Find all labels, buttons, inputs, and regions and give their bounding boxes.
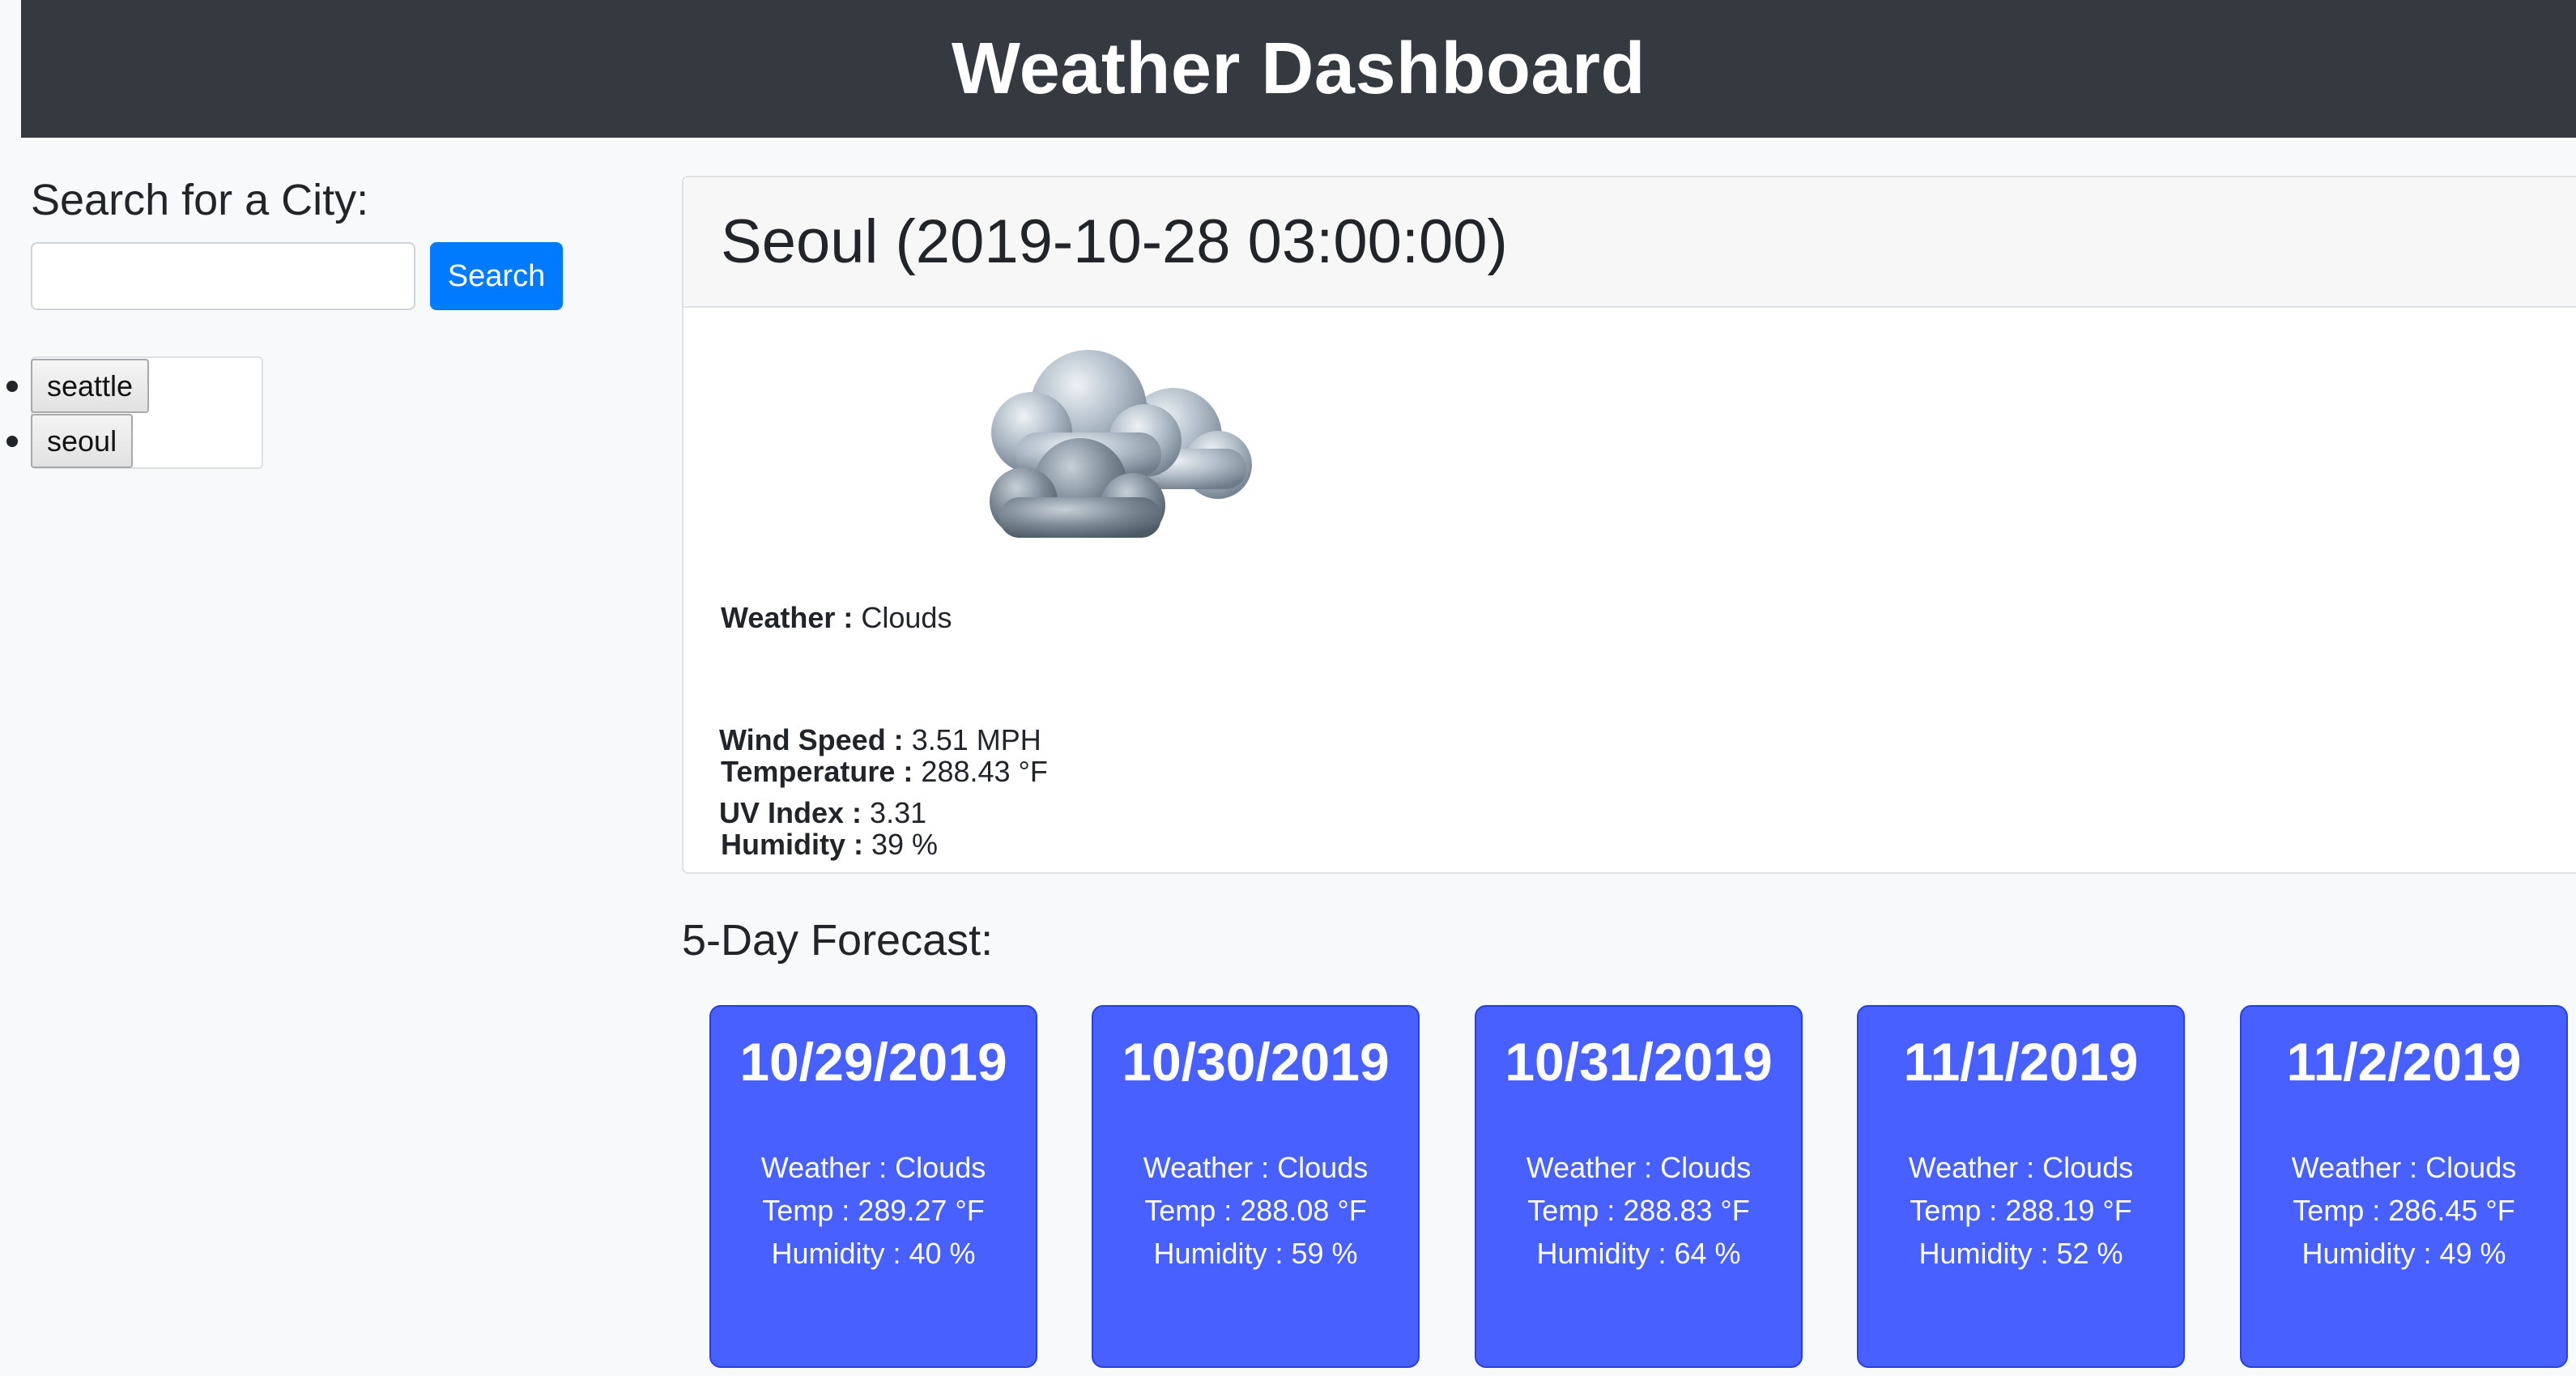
forecast-date: 10/29/2019 — [739, 1032, 1007, 1092]
history-city-button[interactable]: seoul — [31, 414, 134, 468]
forecast-temp: Temp : 288.83 °F — [1527, 1194, 1750, 1227]
forecast-card: 10/31/2019 Weather : Clouds Temp : 288.8… — [1475, 1005, 1803, 1368]
humidity-value: 39 % — [871, 828, 939, 861]
forecast-temp: Temp : 289.27 °F — [762, 1194, 985, 1227]
wind-value: 3.51 MPH — [911, 723, 1041, 756]
forecast-card: 10/30/2019 Weather : Clouds Temp : 288.0… — [1092, 1005, 1420, 1368]
wind-label: Wind Speed : — [719, 723, 904, 756]
forecast-weather: Weather : Clouds — [1143, 1151, 1369, 1184]
city-search-input[interactable] — [31, 242, 415, 310]
current-city-title: Seoul (2019-10-28 03:00:00) — [721, 207, 1508, 276]
clouds-icon — [990, 350, 1252, 538]
temperature-row: Temperature : 288.43 °F — [721, 755, 1048, 789]
forecast-temp: Temp : 288.08 °F — [1144, 1194, 1367, 1227]
weather-row: Weather : Clouds — [721, 601, 952, 635]
humidity-row: Humidity : 39 % — [721, 828, 938, 862]
forecast-temp: Temp : 286.45 °F — [2293, 1194, 2515, 1227]
list-bullet — [6, 436, 18, 447]
card-header: Seoul (2019-10-28 03:00:00) — [683, 177, 2576, 308]
current-weather-card: Seoul (2019-10-28 03:00:00) Weather : Cl… — [682, 176, 2576, 874]
forecast-date: 10/31/2019 — [1505, 1032, 1773, 1092]
forecast-date: 11/1/2019 — [1903, 1032, 2139, 1092]
forecast-date: 10/30/2019 — [1122, 1032, 1390, 1092]
forecast-humidity: Humidity : 59 % — [1153, 1237, 1358, 1270]
uv-value: 3.31 — [870, 796, 927, 829]
list-bullet — [6, 381, 18, 392]
forecast-temp: Temp : 288.19 °F — [1910, 1194, 2132, 1227]
header-bar: Weather Dashboard — [21, 0, 2576, 138]
weather-label: Weather : — [721, 601, 854, 634]
forecast-humidity: Humidity : 52 % — [1918, 1237, 2123, 1270]
forecast-heading: 5-Day Forecast: — [682, 916, 994, 965]
forecast-weather: Weather : Clouds — [760, 1151, 986, 1184]
forecast-card: 11/1/2019 Weather : Clouds Temp : 288.19… — [1857, 1005, 2185, 1368]
forecast-humidity: Humidity : 49 % — [2301, 1237, 2506, 1270]
forecast-weather: Weather : Clouds — [2291, 1151, 2517, 1184]
weather-value: Clouds — [861, 601, 952, 634]
forecast-card: 10/29/2019 Weather : Clouds Temp : 289.2… — [709, 1005, 1037, 1368]
forecast-weather: Weather : Clouds — [1908, 1151, 2134, 1184]
uv-row: UV Index : 3.31 — [719, 796, 926, 830]
humidity-label: Humidity : — [721, 828, 863, 861]
page-title: Weather Dashboard — [951, 28, 1646, 109]
forecast-weather: Weather : Clouds — [1526, 1151, 1752, 1184]
wind-row: Wind Speed : 3.51 MPH — [719, 723, 1041, 757]
forecast-humidity: Humidity : 40 % — [771, 1237, 976, 1270]
forecast-card: 11/2/2019 Weather : Clouds Temp : 286.45… — [2240, 1005, 2568, 1368]
search-heading: Search for a City: — [31, 176, 369, 224]
history-city-button[interactable]: seattle — [31, 359, 150, 413]
temperature-label: Temperature : — [721, 755, 913, 788]
page: Weather Dashboard Search for a City: Sea… — [0, 0, 2576, 1376]
forecast-date: 11/2/2019 — [2286, 1032, 2522, 1092]
forecast-humidity: Humidity : 64 % — [1536, 1237, 1741, 1270]
search-button[interactable]: Search — [430, 242, 563, 310]
uv-label: UV Index : — [719, 796, 862, 829]
temperature-value: 288.43 °F — [921, 755, 1048, 788]
